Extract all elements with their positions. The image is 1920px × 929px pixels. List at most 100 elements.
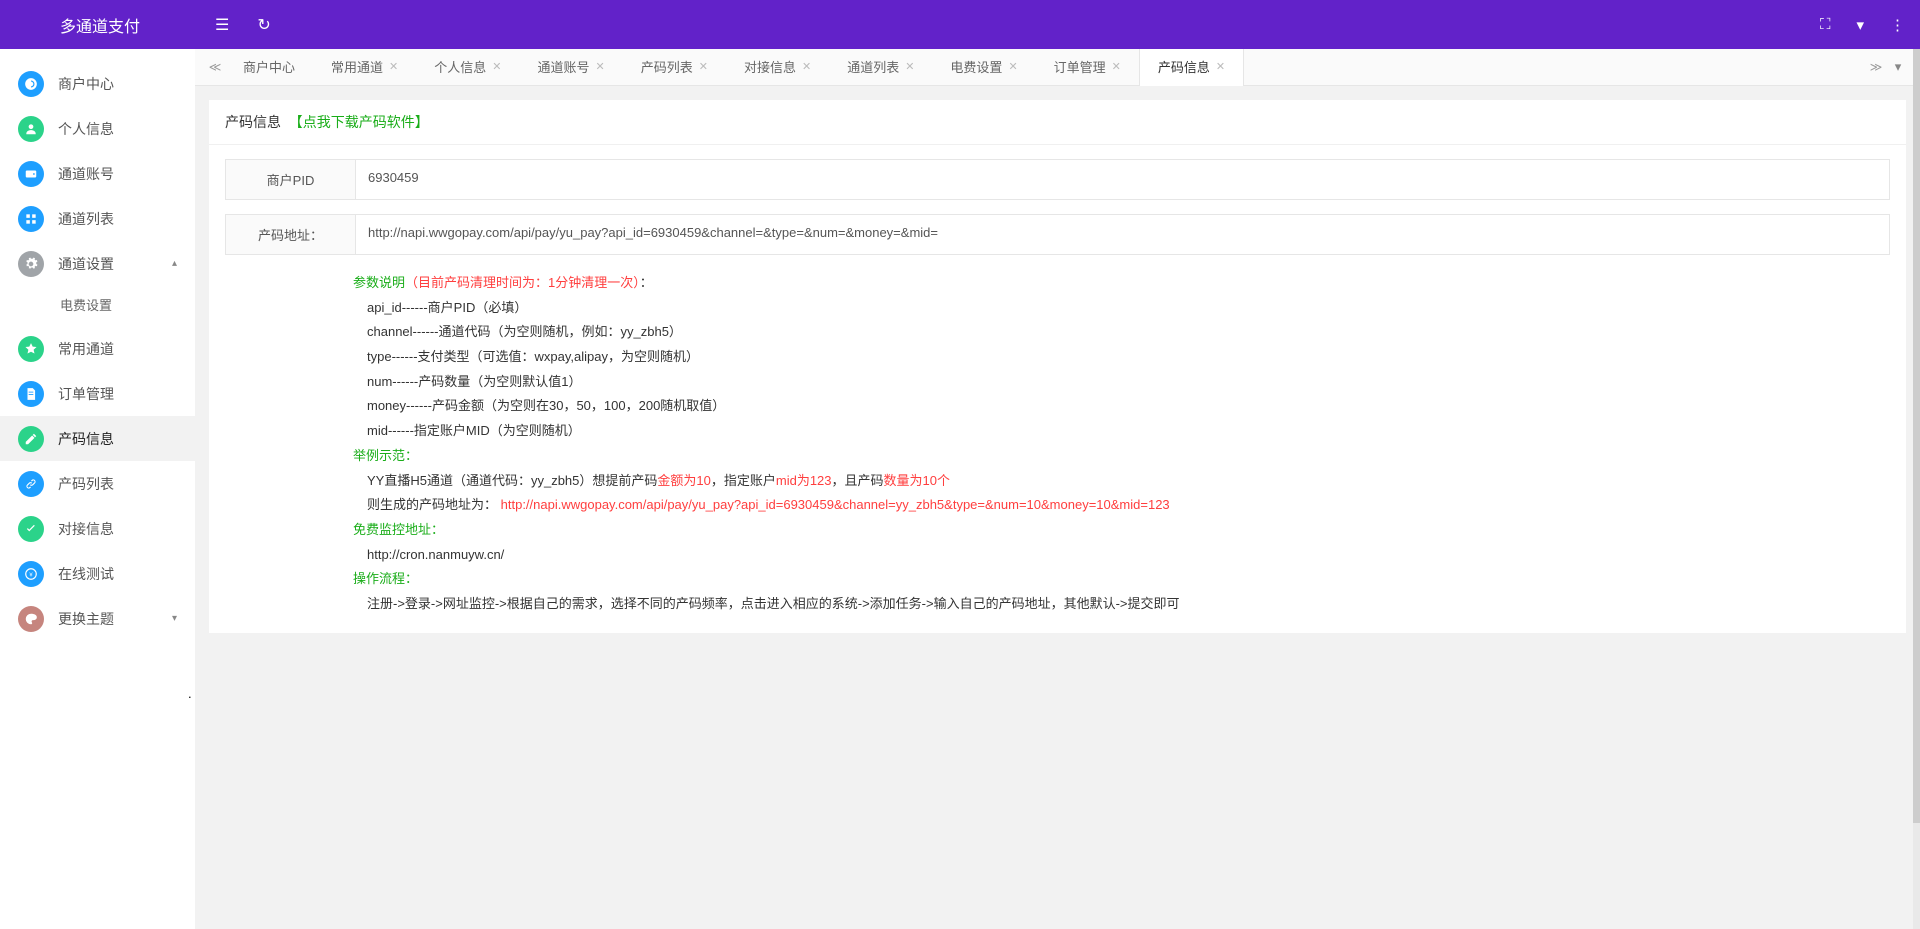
tab-label: 常用通道 — [331, 49, 383, 86]
url-value: http://napi.wwgopay.com/api/pay/yu_pay?a… — [356, 215, 1889, 254]
wallet-icon — [18, 161, 44, 187]
colon: ： — [640, 275, 653, 290]
sidebar-item-test[interactable]: ¥ 在线测试 — [0, 551, 195, 596]
grid-icon — [18, 206, 44, 232]
sidebar-item-theme[interactable]: 更换主题 ▾ — [0, 596, 195, 641]
example-line: YY直播H5通道（通道代码：yy_zbh5）想提前产码金额为10，指定账户mid… — [353, 469, 1890, 494]
example-title: 举例示范： — [353, 444, 1890, 469]
sidebar-item-label: 产码信息 — [58, 429, 114, 449]
flow-text: 注册->登录->网址监控->根据自己的需求，选择不同的产码频率，点击进入相应的系… — [353, 592, 1890, 617]
sidebar-item-common-channel[interactable]: 常用通道 — [0, 326, 195, 371]
tabs-dropdown-icon[interactable]: ▾ — [1886, 59, 1910, 75]
close-icon[interactable]: ✕ — [1112, 49, 1121, 86]
param-api-id: api_id------商户PID（必填） — [353, 296, 1890, 321]
pagination-dot: . — [188, 686, 192, 701]
sidebar: 商户中心 个人信息 通道账号 通道列表 通道设置 ▴ 电费设置 — [0, 49, 195, 929]
tabs-scroll-right-icon[interactable]: ≫ — [1866, 60, 1886, 74]
tab[interactable]: 产码信息✕ — [1139, 49, 1244, 86]
tab[interactable]: 通道账号✕ — [519, 49, 622, 86]
check-icon — [18, 516, 44, 542]
sidebar-item-api-info[interactable]: 对接信息 — [0, 506, 195, 551]
card-header: 产码信息 【点我下载产码软件】 — [209, 100, 1906, 145]
close-icon[interactable]: ✕ — [905, 49, 914, 86]
close-icon[interactable]: ✕ — [596, 49, 605, 86]
tab-label: 通道账号 — [537, 49, 589, 86]
sidebar-item-profile[interactable]: 个人信息 — [0, 106, 195, 151]
notes: 参数说明（目前产码清理时间为：1分钟清理一次）： api_id------商户P… — [225, 271, 1890, 617]
chevron-down-icon: ▾ — [172, 613, 177, 624]
close-icon[interactable]: ✕ — [699, 49, 708, 86]
gen-url-line: 则生成的产码地址为： http://napi.wwgopay.com/api/p… — [353, 493, 1890, 518]
tab[interactable]: 商户中心 — [225, 49, 313, 86]
close-icon[interactable]: ✕ — [1216, 49, 1225, 86]
user-icon — [18, 116, 44, 142]
pid-row: 商户PID 6930459 — [225, 159, 1890, 200]
url-row: 产码地址： http://napi.wwgopay.com/api/pay/yu… — [225, 214, 1890, 255]
sidebar-item-orders[interactable]: 订单管理 — [0, 371, 195, 416]
tab[interactable]: 个人信息✕ — [416, 49, 519, 86]
close-icon[interactable]: ✕ — [1008, 49, 1017, 86]
param-mid: mid------指定账户MID（为空则随机） — [353, 419, 1890, 444]
scrollbar-track[interactable] — [1913, 49, 1920, 929]
tab-label: 商户中心 — [243, 49, 295, 86]
scrollbar-thumb[interactable] — [1913, 49, 1920, 823]
sidebar-item-channel-list[interactable]: 通道列表 — [0, 196, 195, 241]
sidebar-item-label: 通道列表 — [58, 209, 114, 229]
tab[interactable]: 常用通道✕ — [313, 49, 416, 86]
tab-label: 个人信息 — [434, 49, 486, 86]
param-note: （目前产码清理时间为：1分钟清理一次） — [405, 275, 640, 290]
sidebar-item-channel-settings[interactable]: 通道设置 ▴ — [0, 241, 195, 286]
more-icon[interactable]: ⋮ — [1890, 16, 1905, 34]
sidebar-item-label: 个人信息 — [58, 119, 114, 139]
tab[interactable]: 产码列表✕ — [623, 49, 726, 86]
sidebar-item-code-info[interactable]: 产码信息 — [0, 416, 195, 461]
tab[interactable]: 对接信息✕ — [726, 49, 829, 86]
document-icon — [18, 381, 44, 407]
sidebar-item-label: 通道设置 — [58, 254, 114, 274]
monitor-title: 免费监控地址： — [353, 518, 1890, 543]
refresh-icon[interactable]: ↻ — [257, 15, 270, 35]
sidebar-item-label: 对接信息 — [58, 519, 114, 539]
sidebar-item-label: 商户中心 — [58, 74, 114, 94]
param-num: num------产码数量（为空则默认值1） — [353, 370, 1890, 395]
param-type: type------支付类型（可选值：wxpay,alipay，为空则随机） — [353, 345, 1890, 370]
sidebar-item-merchant[interactable]: 商户中心 — [0, 61, 195, 106]
sidebar-subitem-fee[interactable]: 电费设置 — [0, 286, 195, 326]
content-area: 产码信息 【点我下载产码软件】 商户PID 6930459 产码地址： http… — [195, 86, 1920, 929]
palette-icon — [18, 606, 44, 632]
fullscreen-icon[interactable]: ⛶ — [1820, 16, 1831, 33]
flow-title: 操作流程： — [353, 567, 1890, 592]
card-title: 产码信息 — [225, 114, 281, 130]
sidebar-toggle-icon[interactable]: ☰ — [215, 15, 229, 35]
close-icon[interactable]: ✕ — [389, 49, 398, 86]
user-menu-icon[interactable]: ▾ — [1856, 16, 1864, 34]
download-link[interactable]: 【点我下载产码软件】 — [289, 114, 429, 130]
tab-bar: ≪ 商户中心常用通道✕个人信息✕通道账号✕产码列表✕对接信息✕通道列表✕电费设置… — [195, 49, 1920, 86]
svg-text:¥: ¥ — [29, 572, 33, 578]
close-icon[interactable]: ✕ — [802, 49, 811, 86]
dashboard-icon — [18, 71, 44, 97]
sidebar-item-label: 在线测试 — [58, 564, 114, 584]
tab[interactable]: 通道列表✕ — [829, 49, 932, 86]
tab[interactable]: 订单管理✕ — [1036, 49, 1139, 86]
tab-label: 对接信息 — [744, 49, 796, 86]
pencil-icon — [18, 426, 44, 452]
tabs-scroll-left-icon[interactable]: ≪ — [205, 60, 225, 74]
tab-label: 通道列表 — [847, 49, 899, 86]
sidebar-item-label: 订单管理 — [58, 384, 114, 404]
tab-label: 产码列表 — [641, 49, 693, 86]
sidebar-item-label: 产码列表 — [58, 474, 114, 494]
sidebar-item-code-list[interactable]: 产码列表 — [0, 461, 195, 506]
tab[interactable]: 电费设置✕ — [932, 49, 1035, 86]
logo: 多通道支付 — [15, 13, 195, 37]
close-icon[interactable]: ✕ — [492, 49, 501, 86]
sidebar-item-label: 通道账号 — [58, 164, 114, 184]
tab-label: 订单管理 — [1054, 49, 1106, 86]
url-label: 产码地址： — [226, 215, 356, 254]
star-icon — [18, 336, 44, 362]
sidebar-item-channel-account[interactable]: 通道账号 — [0, 151, 195, 196]
yuan-icon: ¥ — [18, 561, 44, 587]
link-icon — [18, 471, 44, 497]
pid-value: 6930459 — [356, 160, 1889, 199]
top-header: 多通道支付 ☰ ↻ ⛶ ▾ ⋮ — [0, 0, 1920, 49]
